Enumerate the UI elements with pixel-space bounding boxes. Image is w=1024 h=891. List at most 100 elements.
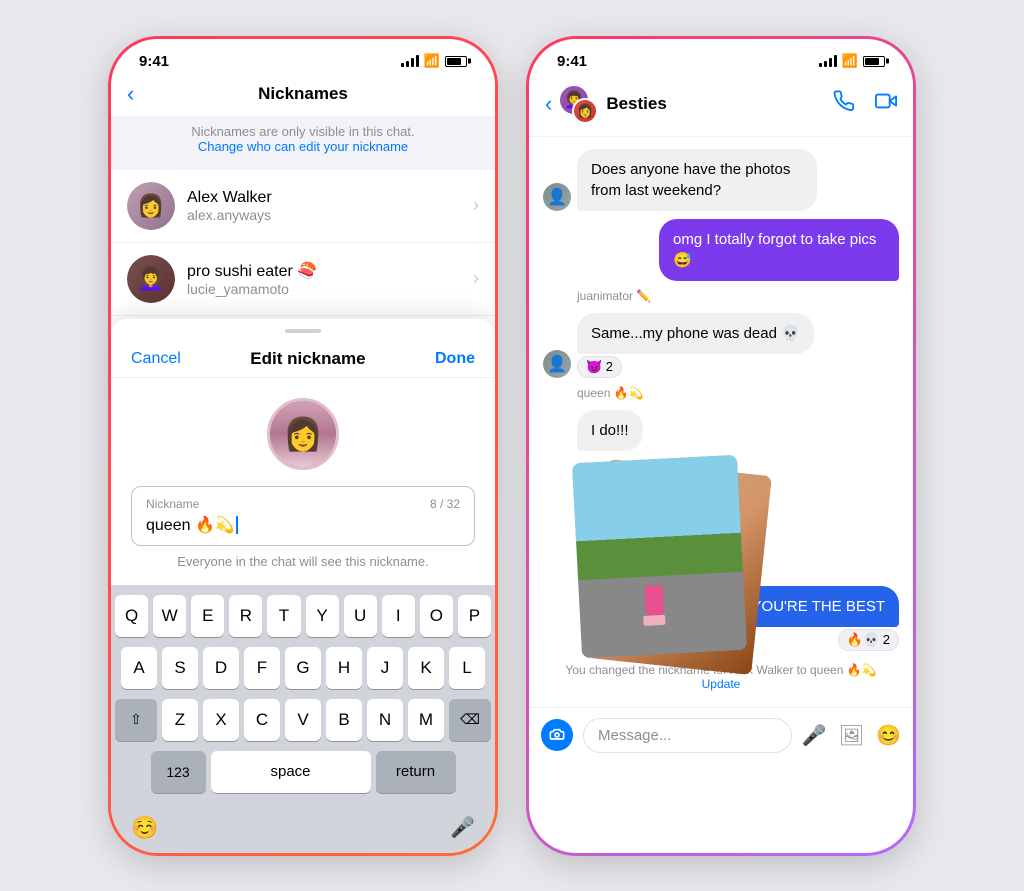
emoji-button[interactable]: ☺️	[131, 815, 158, 841]
key-b[interactable]: B	[326, 699, 362, 741]
sheet-header: Cancel Edit nickname Done	[111, 337, 495, 378]
video-call-button[interactable]	[875, 90, 897, 118]
key-k[interactable]: K	[408, 647, 444, 689]
sender-name: queen 🔥💫	[577, 386, 899, 400]
nicknames-info-text: Nicknames are only visible in this chat.	[131, 124, 475, 139]
key-m[interactable]: M	[408, 699, 444, 741]
key-a[interactable]: A	[121, 647, 157, 689]
key-g[interactable]: G	[285, 647, 321, 689]
key-n[interactable]: N	[367, 699, 403, 741]
key-x[interactable]: X	[203, 699, 239, 741]
microphone-button[interactable]: 🎤	[802, 723, 827, 748]
edit-nickname-sheet: Cancel Edit nickname Done 👩 Nickname 8 /…	[111, 319, 495, 853]
key-j[interactable]: J	[367, 647, 403, 689]
key-c[interactable]: C	[244, 699, 280, 741]
space-key[interactable]: space	[211, 751, 371, 793]
input-label: Nickname 8 / 32	[146, 497, 460, 511]
cancel-button[interactable]: Cancel	[131, 350, 181, 368]
message-bubble: I do!!!	[577, 410, 643, 451]
nickname-hint: Everyone in the chat will see this nickn…	[111, 554, 495, 585]
key-d[interactable]: D	[203, 647, 239, 689]
signal-icon	[401, 55, 419, 67]
key-u[interactable]: U	[344, 595, 377, 637]
message-row: 👤 Same...my phone was dead 💀 😈 2	[543, 313, 899, 378]
key-q[interactable]: Q	[115, 595, 148, 637]
return-key[interactable]: return	[376, 751, 456, 793]
wifi-icon: 📶	[842, 53, 858, 69]
message-bubble: Does anyone have the photos from last we…	[577, 149, 817, 211]
back-button[interactable]: ‹	[545, 91, 552, 117]
nickname-text: Alex Walker alex.anyways	[187, 189, 473, 223]
user-username: lucie_yamamoto	[187, 281, 473, 297]
left-phone: 9:41 📶 ‹ Nicknames Nicknames are only vi…	[108, 36, 498, 856]
camera-button[interactable]	[541, 719, 573, 751]
key-s[interactable]: S	[162, 647, 198, 689]
character-counter: 8 / 32	[430, 497, 460, 511]
key-p[interactable]: P	[458, 595, 491, 637]
back-button[interactable]: ‹	[127, 81, 134, 107]
photo-front	[572, 454, 747, 657]
nickname-list: 👩 Alex Walker alex.anyways › 👩‍🦱 pro sus…	[111, 170, 495, 316]
list-item[interactable]: 👩‍🦱 pro sushi eater 🍣 lucie_yamamoto ›	[111, 243, 495, 316]
sticker-button[interactable]: 😊	[876, 723, 901, 748]
time-right: 9:41	[557, 53, 587, 70]
keyboard-row-1: Q W E R T Y U I O P	[115, 595, 491, 637]
signal-icon	[819, 55, 837, 67]
reaction: 😈 2	[577, 356, 814, 378]
microphone-button[interactable]: 🎤	[450, 815, 475, 840]
key-y[interactable]: Y	[306, 595, 339, 637]
chevron-right-icon: ›	[473, 195, 479, 216]
key-i[interactable]: I	[382, 595, 415, 637]
key-f[interactable]: F	[244, 647, 280, 689]
sender-name: juanimator ✏️	[577, 289, 899, 303]
user-name: pro sushi eater 🍣	[187, 261, 473, 281]
right-phone: 9:41 📶 ‹ 👩‍🦱 👩 Besties	[526, 36, 916, 856]
chat-title[interactable]: Besties	[606, 94, 833, 114]
chat-header: ‹ 👩‍🦱 👩 Besties	[529, 76, 913, 137]
key-t[interactable]: T	[267, 595, 300, 637]
message-row: omg I totally forgot to take pics 😅	[543, 219, 899, 281]
key-l[interactable]: L	[449, 647, 485, 689]
battery-icon	[445, 56, 467, 67]
key-w[interactable]: W	[153, 595, 186, 637]
nicknames-info: Nicknames are only visible in this chat.…	[111, 116, 495, 170]
user-avatar-container: 👩	[111, 378, 495, 486]
avatar: 👩	[127, 182, 175, 230]
message-input[interactable]: Message...	[583, 718, 792, 753]
chat-messages: 👤 Does anyone have the photos from last …	[529, 137, 913, 707]
message-row: I do!!!	[543, 410, 899, 451]
call-button[interactable]	[833, 90, 855, 118]
keyboard-row-2: A S D F G H J K L	[115, 647, 491, 689]
update-link[interactable]: Update	[702, 677, 741, 691]
delete-key[interactable]: ⌫	[449, 699, 491, 741]
user-name: Alex Walker	[187, 189, 473, 207]
status-bar-right: 9:41 📶	[529, 39, 913, 76]
num-key[interactable]: 123	[151, 751, 206, 793]
avatar: 👤	[543, 183, 571, 211]
done-button[interactable]: Done	[435, 350, 475, 368]
key-r[interactable]: R	[229, 595, 262, 637]
key-v[interactable]: V	[285, 699, 321, 741]
key-h[interactable]: H	[326, 647, 362, 689]
nickname-input-value[interactable]: queen 🔥💫	[146, 515, 460, 535]
battery-icon	[863, 56, 885, 67]
message-row: 👤 Does anyone have the photos from last …	[543, 149, 899, 211]
page-title: Nicknames	[258, 84, 348, 104]
photo-stack	[577, 459, 777, 578]
status-icons-left: 📶	[401, 53, 467, 69]
time-left: 9:41	[139, 53, 169, 70]
sheet-handle	[285, 329, 321, 333]
nickname-text: pro sushi eater 🍣 lucie_yamamoto	[187, 261, 473, 297]
list-item[interactable]: 👩 Alex Walker alex.anyways ›	[111, 170, 495, 243]
message-bubble: Same...my phone was dead 💀	[577, 313, 814, 354]
key-e[interactable]: E	[191, 595, 224, 637]
nicknames-info-link[interactable]: Change who can edit your nickname	[131, 139, 475, 154]
shift-key[interactable]: ⇧	[115, 699, 157, 741]
nickname-input-field[interactable]: Nickname 8 / 32 queen 🔥💫	[131, 486, 475, 546]
key-z[interactable]: Z	[162, 699, 198, 741]
chevron-right-icon: ›	[473, 268, 479, 289]
chat-right-actions: 🎤 🖼 😊	[802, 723, 901, 748]
keyboard-bottom-bar: ☺️ 🎤	[111, 809, 495, 853]
photo-button[interactable]: 🖼	[839, 723, 864, 748]
key-o[interactable]: O	[420, 595, 453, 637]
